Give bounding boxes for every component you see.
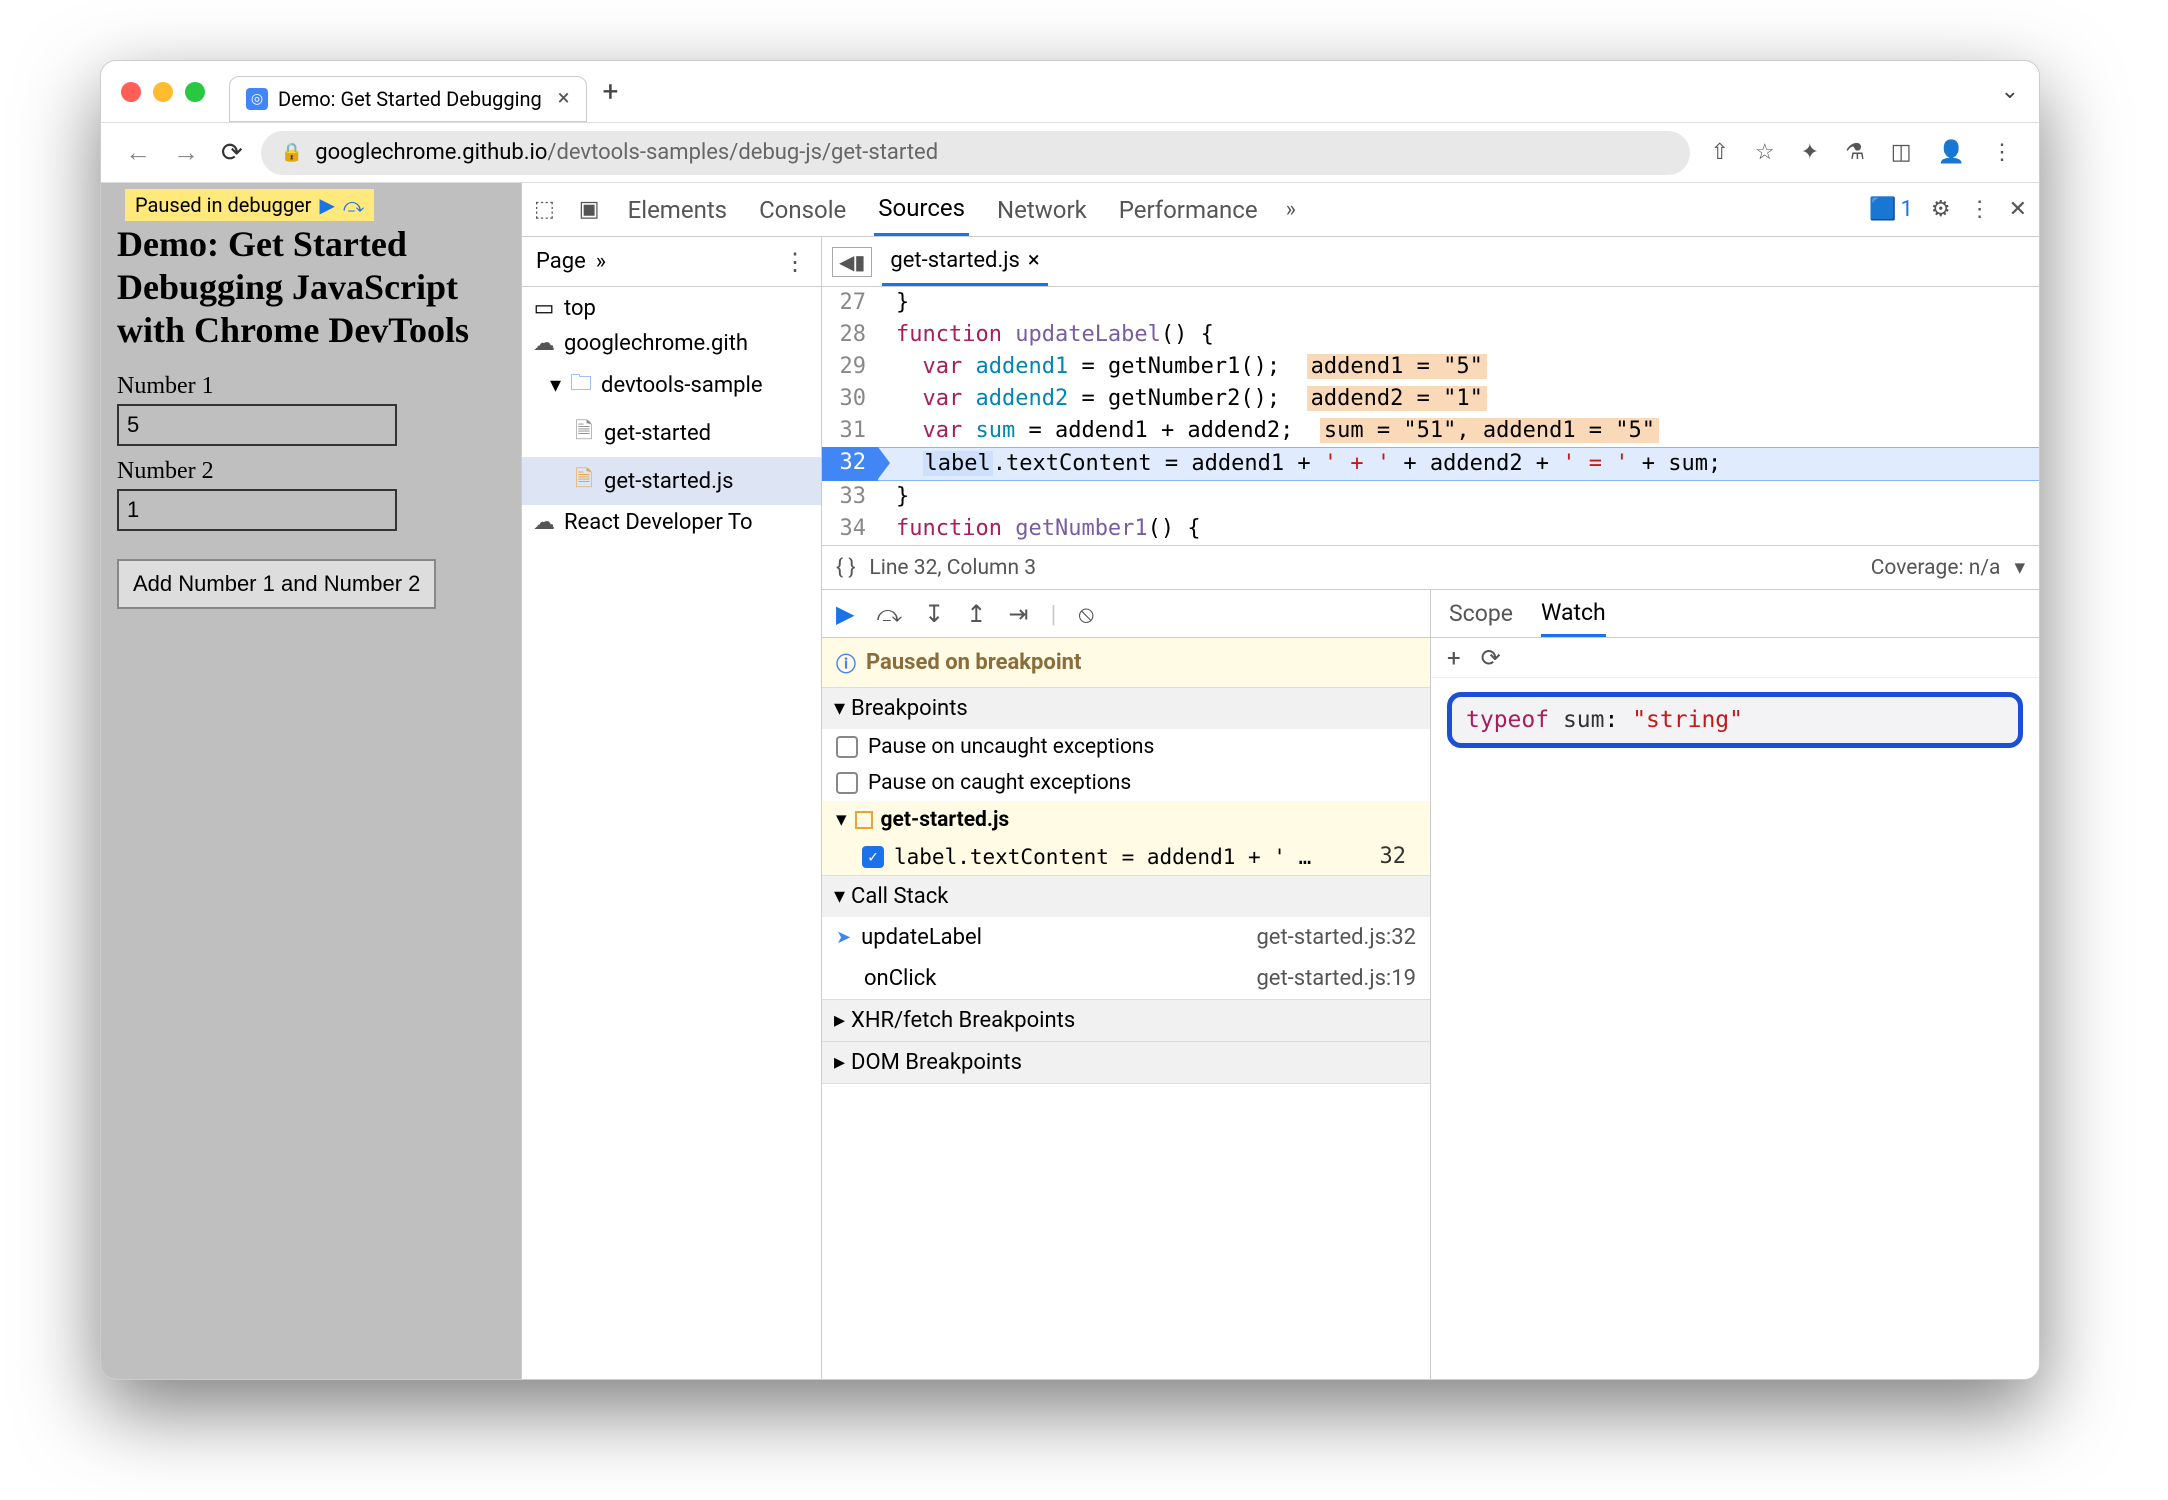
editor-statusbar: { } Line 32, Column 3 Coverage: n/a ▾ xyxy=(822,545,2039,589)
step-out-button[interactable]: ↥ xyxy=(966,600,986,628)
sources-navigator: Page » ⋮ ▭top ☁googlechrome.gith ▾🗀devto… xyxy=(522,237,822,1379)
tab-console[interactable]: Console xyxy=(755,183,850,236)
coverage-status: Coverage: n/a xyxy=(1871,556,2001,580)
pause-reason: ⓘ Paused on breakpoint xyxy=(822,638,1430,688)
tab-watch[interactable]: Watch xyxy=(1541,590,1606,637)
step-button[interactable]: ⇥ xyxy=(1008,600,1028,628)
address-bar[interactable]: 🔒 googlechrome.github.io/devtools-sample… xyxy=(261,131,1691,175)
tree-file-html[interactable]: 🗎get-started xyxy=(522,409,821,457)
issues-badge[interactable]: 🟦 1 xyxy=(1869,197,1913,222)
extensions-icon[interactable]: ✦ xyxy=(1795,140,1825,165)
tab-title: Demo: Get Started Debugging xyxy=(278,87,542,111)
resume-button[interactable]: ▶ xyxy=(836,600,854,628)
tree-domain[interactable]: ☁googlechrome.gith xyxy=(522,326,821,361)
section-breakpoints[interactable]: ▾ Breakpoints xyxy=(822,688,1430,729)
tab-elements[interactable]: Elements xyxy=(624,183,731,236)
tabs-chevron-icon[interactable]: ⌄ xyxy=(2001,79,2019,104)
tab-network[interactable]: Network xyxy=(993,183,1091,236)
number1-label: Number 1 xyxy=(117,373,505,400)
paused-overlay: Paused in debugger ▶ ⤼ xyxy=(125,189,374,221)
back-button[interactable]: ← xyxy=(121,137,155,168)
cursor-position: Line 32, Column 3 xyxy=(869,556,1036,580)
sidepanel-icon[interactable]: ◫ xyxy=(1885,140,1918,165)
url-host: googlechrome.github.io xyxy=(315,140,547,165)
profile-icon[interactable]: 👤 xyxy=(1932,140,1971,165)
browser-tab[interactable]: ◎ Demo: Get Started Debugging × xyxy=(229,76,587,122)
callstack-frame-0[interactable]: ➤updateLabelget-started.js:32 xyxy=(822,917,1430,958)
deactivate-breakpoints-button[interactable]: ⦸ xyxy=(1078,600,1094,628)
step-over-icon[interactable]: ⤼ xyxy=(343,193,364,217)
add-watch-button[interactable]: + xyxy=(1447,644,1461,672)
settings-icon[interactable]: ⚙ xyxy=(1931,197,1951,222)
tree-file-js[interactable]: 🗎get-started.js xyxy=(522,457,821,505)
refresh-watch-button[interactable]: ⟳ xyxy=(1481,644,1501,672)
number2-label: Number 2 xyxy=(117,458,505,485)
pause-uncaught-checkbox[interactable]: Pause on uncaught exceptions xyxy=(822,729,1430,765)
more-tabs-icon[interactable]: » xyxy=(1286,197,1296,222)
labs-icon[interactable]: ⚗ xyxy=(1839,140,1871,165)
devtools-tabbar: ⬚ ▣ Elements Console Sources Network Per… xyxy=(522,183,2039,237)
navigator-tab-page[interactable]: Page xyxy=(536,249,586,274)
tab-favicon: ◎ xyxy=(246,88,268,110)
tree-ext[interactable]: ☁React Developer To xyxy=(522,505,821,540)
close-devtools-icon[interactable]: ✕ xyxy=(2009,197,2027,222)
menu-icon[interactable]: ⋮ xyxy=(1985,140,2019,165)
close-tab-icon[interactable]: × xyxy=(558,86,570,111)
breakpoint-file[interactable]: ▾ get-started.js xyxy=(822,801,1430,838)
share-icon[interactable]: ⇧ xyxy=(1704,140,1734,165)
debugger-toolbar: ▶ ⤼ ↧ ↥ ⇥ | ⦸ xyxy=(822,590,1430,638)
bookmark-icon[interactable]: ☆ xyxy=(1749,140,1781,165)
add-button[interactable]: Add Number 1 and Number 2 xyxy=(117,559,436,609)
new-tab-button[interactable]: + xyxy=(603,75,619,108)
paused-label: Paused in debugger xyxy=(135,193,311,217)
tab-sources[interactable]: Sources xyxy=(874,183,969,236)
close-editor-tab-icon[interactable]: × xyxy=(1028,248,1040,273)
tree-top[interactable]: ▭top xyxy=(522,291,821,326)
maximize-window-button[interactable] xyxy=(185,82,205,102)
navigator-more-icon[interactable]: » xyxy=(596,249,606,274)
kebab-icon[interactable]: ⋮ xyxy=(1969,197,1991,222)
info-icon: ⓘ xyxy=(836,648,856,677)
number1-input[interactable] xyxy=(117,404,397,446)
lock-icon: 🔒 xyxy=(281,142,303,163)
toolbar: ← → ⟳ 🔒 googlechrome.github.io/devtools-… xyxy=(101,123,2039,183)
section-callstack[interactable]: ▾ Call Stack xyxy=(822,876,1430,917)
code-editor[interactable]: 27} 28function updateLabel() { 29 var ad… xyxy=(822,287,2039,545)
number2-input[interactable] xyxy=(117,489,397,531)
navigator-menu-icon[interactable]: ⋮ xyxy=(783,248,807,276)
tab-performance[interactable]: Performance xyxy=(1115,183,1262,236)
section-xhr-breakpoints[interactable]: ▸ XHR/fetch Breakpoints xyxy=(822,1000,1430,1041)
callstack-frame-1[interactable]: onClickget-started.js:19 xyxy=(822,958,1430,999)
url-path: /devtools-samples/debug-js/get-started xyxy=(547,140,938,165)
forward-button[interactable]: → xyxy=(169,137,203,168)
pause-caught-checkbox[interactable]: Pause on caught exceptions xyxy=(822,765,1430,801)
watch-expression[interactable]: typeof sum: "string" xyxy=(1447,692,2023,748)
device-icon[interactable]: ▣ xyxy=(579,197,600,222)
window-titlebar: ◎ Demo: Get Started Debugging × + ⌄ xyxy=(101,61,2039,123)
close-window-button[interactable] xyxy=(121,82,141,102)
page-title: Demo: Get Started Debugging JavaScript w… xyxy=(117,223,505,353)
demo-page: Paused in debugger ▶ ⤼ Demo: Get Started… xyxy=(101,183,521,1379)
section-dom-breakpoints[interactable]: ▸ DOM Breakpoints xyxy=(822,1042,1430,1083)
step-into-button[interactable]: ↧ xyxy=(924,600,944,628)
resume-icon[interactable]: ▶ xyxy=(319,193,334,217)
reload-button[interactable]: ⟳ xyxy=(217,138,247,168)
minimize-window-button[interactable] xyxy=(153,82,173,102)
toggle-navigator-icon[interactable]: ◀▮ xyxy=(832,247,872,277)
tree-folder[interactable]: ▾🗀devtools-sample xyxy=(522,361,821,409)
coverage-dropdown-icon[interactable]: ▾ xyxy=(2014,555,2025,580)
inspect-icon[interactable]: ⬚ xyxy=(534,197,555,222)
pretty-print-icon[interactable]: { } xyxy=(836,556,855,580)
step-over-button[interactable]: ⤼ xyxy=(876,600,902,628)
devtools-panel: ⬚ ▣ Elements Console Sources Network Per… xyxy=(521,183,2039,1379)
breakpoint-entry[interactable]: ✓label.textContent = addend1 + ' …32 xyxy=(822,838,1430,875)
breakpoint-gutter-32[interactable]: 32 xyxy=(822,447,878,481)
tab-scope[interactable]: Scope xyxy=(1449,600,1513,627)
editor-tab-get-started-js[interactable]: get-started.js × xyxy=(882,237,1047,286)
